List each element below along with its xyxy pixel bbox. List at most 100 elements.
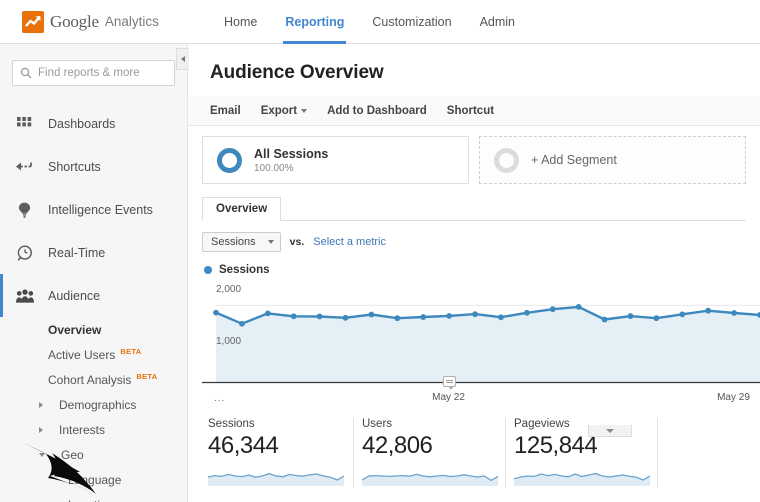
annotation-lines bbox=[446, 379, 454, 384]
sidebar-label-interests: Interests bbox=[59, 422, 106, 437]
metric-value: 42,806 bbox=[362, 432, 433, 459]
sidebar-item-real-time[interactable]: Real-Time bbox=[0, 231, 187, 274]
top-bar: Google Analytics Home Reporting Customiz… bbox=[0, 0, 760, 44]
clock-bubble-icon bbox=[14, 244, 35, 261]
shortcut-label: Shortcut bbox=[446, 104, 495, 117]
tab-strip: Overview bbox=[202, 197, 746, 221]
sidebar-item-language[interactable]: Language bbox=[48, 467, 187, 492]
chart-svg bbox=[202, 303, 760, 384]
beta-badge: BETA bbox=[136, 372, 158, 381]
x-axis-ellipsis: ... bbox=[214, 393, 226, 404]
chevron-right-icon bbox=[39, 401, 43, 408]
sidebar-item-interests[interactable]: Interests bbox=[39, 417, 187, 442]
sparkline-users bbox=[362, 464, 505, 488]
segment-all-sessions[interactable]: All Sessions 100.00% bbox=[202, 136, 469, 184]
metric-label: Pageviews bbox=[514, 418, 570, 430]
lightbulb-icon bbox=[14, 202, 35, 218]
donut-empty-icon bbox=[494, 147, 519, 173]
segment-percent: 100.00% bbox=[254, 162, 294, 174]
sidebar-item-shortcuts[interactable]: Shortcuts bbox=[0, 145, 187, 188]
metric-select[interactable]: Sessions bbox=[202, 232, 281, 252]
topnav-item-home[interactable]: Home bbox=[210, 0, 271, 44]
sidebar-label-geo: Geo bbox=[61, 447, 84, 462]
sidebar-item-cohort-analysis[interactable]: Cohort Analysis BETA bbox=[48, 367, 187, 392]
brand-google-text: Google bbox=[50, 11, 99, 31]
people-icon bbox=[14, 288, 35, 303]
collapse-left-icon bbox=[181, 56, 185, 62]
y-axis-tick-2000: 2,000 bbox=[216, 284, 242, 295]
search-input[interactable] bbox=[38, 67, 167, 79]
chevron-down-icon bbox=[267, 240, 274, 244]
sidebar-collapse-button[interactable] bbox=[176, 48, 189, 70]
metric-card-sessions[interactable]: Sessions 46,344 bbox=[202, 418, 354, 488]
sidebar-item-location[interactable]: Location bbox=[48, 492, 187, 502]
chevron-down-icon bbox=[39, 452, 45, 457]
topnav-item-reporting[interactable]: Reporting bbox=[271, 0, 358, 44]
ga-chart-logo-icon bbox=[22, 10, 44, 33]
sessions-line-chart[interactable]: 2,000 1,000 ... May 22 May 29 bbox=[202, 282, 760, 404]
topnav-item-admin[interactable]: Admin bbox=[466, 0, 529, 44]
tab-overview[interactable]: Overview bbox=[202, 197, 282, 221]
sidebar-label-active-users: Active Users bbox=[48, 347, 116, 362]
email-label: Email bbox=[210, 104, 241, 117]
arrow-shortcut-icon bbox=[14, 160, 35, 173]
vs-label: vs. bbox=[289, 236, 305, 248]
grid-icon bbox=[14, 116, 35, 131]
metric-card-pageviews[interactable]: Pageviews 125,844 bbox=[506, 418, 658, 488]
search-box[interactable] bbox=[12, 60, 175, 86]
y-axis-tick-1000: 1,000 bbox=[216, 336, 242, 347]
metric-card-users[interactable]: Users 42,806 bbox=[354, 418, 506, 488]
sidebar-label-intelligence-events: Intelligence Events bbox=[48, 202, 153, 217]
sidebar-item-geo[interactable]: Geo bbox=[39, 442, 187, 467]
sidebar-nav: Dashboards Shortcuts Intelligence Events… bbox=[0, 96, 187, 502]
sidebar-item-audience[interactable]: Audience bbox=[0, 274, 187, 317]
chart-annotation-marker-icon[interactable] bbox=[443, 376, 457, 390]
action-bar: Email Export Add to Dashboard Shortcut bbox=[188, 96, 760, 126]
segment-name: All Sessions bbox=[254, 147, 329, 162]
sidebar-label-shortcuts: Shortcuts bbox=[48, 159, 101, 174]
sparkline-sessions bbox=[208, 464, 353, 488]
beta-badge: BETA bbox=[120, 347, 142, 356]
sidebar-item-demographics[interactable]: Demographics bbox=[39, 392, 187, 417]
metric-select-value: Sessions bbox=[211, 236, 256, 248]
x-axis-label-may29: May 29 bbox=[717, 392, 750, 403]
segment-row: All Sessions 100.00% + Add Segment bbox=[188, 126, 760, 184]
sidebar-label-cohort-analysis: Cohort Analysis bbox=[48, 372, 132, 387]
chart-expand-button[interactable] bbox=[588, 425, 632, 437]
sidebar-label-audience: Audience bbox=[48, 288, 101, 303]
export-label: Export bbox=[260, 104, 298, 117]
legend-label: Sessions bbox=[219, 264, 270, 276]
add-to-dashboard-button[interactable]: Add to Dashboard bbox=[327, 105, 427, 117]
sidebar-label-overview: Overview bbox=[48, 322, 102, 337]
sidebar-item-dashboards[interactable]: Dashboards bbox=[0, 102, 187, 145]
sidebar-item-active-users[interactable]: Active Users BETA bbox=[48, 342, 187, 367]
metric-selector-row: Sessions vs. Select a metric bbox=[188, 221, 760, 252]
export-button[interactable]: Export bbox=[260, 104, 308, 117]
email-button[interactable]: Email bbox=[210, 105, 241, 117]
sidebar-item-intelligence-events[interactable]: Intelligence Events bbox=[0, 188, 187, 231]
sidebar-item-overview[interactable]: Overview bbox=[48, 317, 187, 342]
chevron-right-icon bbox=[39, 426, 43, 433]
select-a-metric-link[interactable]: Select a metric bbox=[313, 236, 386, 248]
topnav-item-customization[interactable]: Customization bbox=[358, 0, 465, 44]
sidebar-label-location: Location bbox=[68, 498, 113, 502]
metric-label: Users bbox=[362, 418, 393, 430]
brand-logo[interactable]: Google Analytics bbox=[22, 10, 172, 33]
top-navigation: Home Reporting Customization Admin bbox=[210, 0, 529, 44]
google-analytics-app: Google Analytics Home Reporting Customiz… bbox=[0, 0, 760, 502]
sidebar-label-dashboards: Dashboards bbox=[48, 116, 116, 131]
metric-cards: Sessions 46,344 Users 42,806 Pageviews 1… bbox=[202, 418, 760, 488]
sidebar-sub-list: Overview Active Users BETA Cohort Analys… bbox=[0, 317, 187, 502]
sidebar-label-demographics: Demographics bbox=[59, 397, 137, 412]
sidebar-label-real-time: Real-Time bbox=[48, 245, 106, 260]
chevron-down-icon bbox=[606, 428, 614, 433]
brand-analytics-text: Analytics bbox=[104, 14, 159, 29]
shortcut-button[interactable]: Shortcut bbox=[447, 105, 494, 117]
add-segment-label: + Add Segment bbox=[531, 153, 617, 167]
x-axis-label-may22: May 22 bbox=[432, 392, 465, 403]
metric-value: 46,344 bbox=[208, 432, 279, 459]
sidebar: Dashboards Shortcuts bbox=[0, 44, 188, 502]
add-segment-button[interactable]: + Add Segment bbox=[479, 136, 746, 184]
sparkline-pageviews bbox=[514, 464, 657, 488]
sidebar-label-language: Language bbox=[68, 472, 122, 487]
